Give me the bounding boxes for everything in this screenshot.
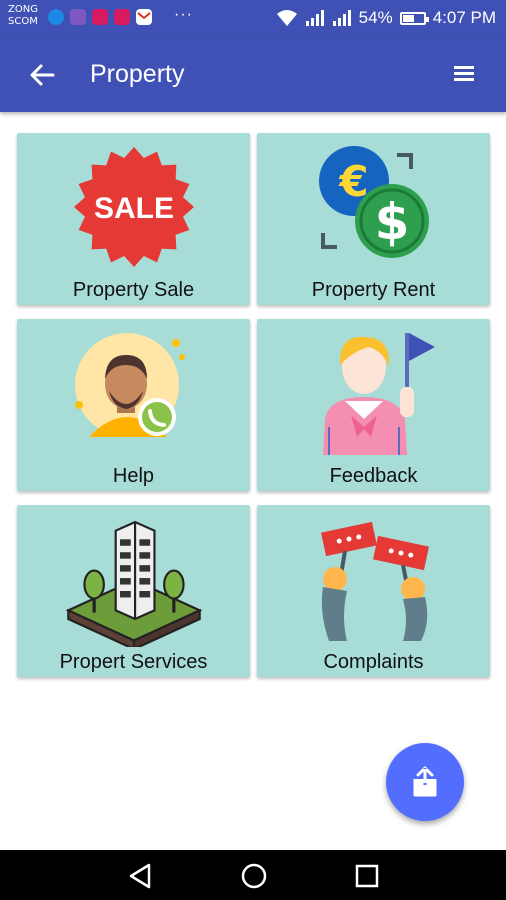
protest-signs-icon bbox=[320, 521, 429, 641]
status-bar: ZONG SCOM ··· 54% 4:07 PM bbox=[0, 0, 506, 35]
battery-icon bbox=[399, 11, 429, 25]
currency-exchange-icon: € $ bbox=[318, 146, 429, 258]
message-notification-icon bbox=[48, 9, 64, 25]
tile-complaints[interactable]: Complaints bbox=[257, 505, 490, 677]
nav-recents-icon[interactable] bbox=[353, 862, 381, 890]
tile-help[interactable]: Help bbox=[17, 319, 250, 491]
tile-label: Property Rent bbox=[311, 279, 436, 301]
person-flag-icon bbox=[322, 333, 435, 455]
tile-property-rent[interactable]: € $ Property Rent bbox=[257, 133, 490, 305]
building-icon bbox=[65, 520, 202, 647]
app-bar: Property bbox=[0, 35, 506, 112]
gmail-notification-icon bbox=[136, 9, 152, 25]
more-notifications-icon: ··· bbox=[174, 6, 193, 23]
notification-icons bbox=[48, 9, 152, 25]
battery-percent: 54% bbox=[358, 8, 393, 27]
wifi-icon bbox=[276, 10, 297, 26]
share-fab-button[interactable] bbox=[386, 743, 464, 821]
tile-feedback[interactable]: Feedback bbox=[257, 319, 490, 491]
menu-grid: SALE Property Sale € $ Property Rent Hel… bbox=[17, 133, 490, 677]
sale-badge-icon: SALE bbox=[73, 147, 194, 267]
instagram-notification-icon bbox=[92, 9, 108, 25]
share-icon bbox=[413, 766, 437, 797]
tile-label: Property Sale bbox=[72, 279, 195, 301]
instagram-notification-icon-2 bbox=[114, 9, 130, 25]
tile-label: Complaints bbox=[323, 651, 424, 673]
clock: 4:07 PM bbox=[432, 8, 496, 27]
tile-property-sale[interactable]: SALE Property Sale bbox=[17, 133, 250, 305]
tile-label: Propert Services bbox=[59, 651, 208, 673]
signal-icon bbox=[305, 10, 324, 26]
svg-text:SALE: SALE bbox=[93, 192, 173, 225]
svg-text:$: $ bbox=[374, 193, 409, 251]
signal-icon-2 bbox=[332, 10, 351, 26]
arrow-back-icon[interactable] bbox=[28, 61, 56, 89]
gallery-notification-icon bbox=[70, 9, 86, 25]
nav-home-icon[interactable] bbox=[240, 862, 268, 890]
system-nav-bar bbox=[0, 850, 506, 900]
support-agent-icon bbox=[74, 333, 185, 437]
tile-label: Feedback bbox=[329, 465, 418, 487]
tile-label: Help bbox=[112, 465, 155, 487]
carrier-name: ZONG SCOM bbox=[8, 4, 38, 27]
tile-property-services[interactable]: Propert Services bbox=[17, 505, 250, 677]
page-title: Property bbox=[90, 60, 185, 88]
nav-back-icon[interactable] bbox=[127, 862, 155, 890]
hamburger-menu-icon[interactable] bbox=[454, 66, 474, 82]
